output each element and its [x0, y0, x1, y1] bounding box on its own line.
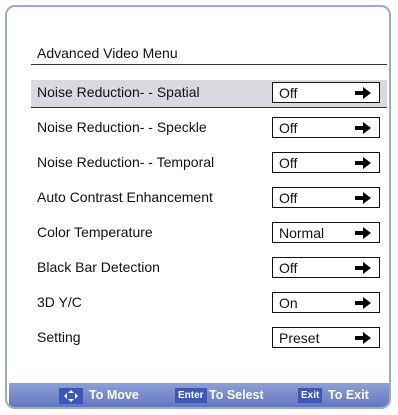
- value-text: Off: [279, 120, 298, 136]
- menu-title: Advanced Video Menu: [37, 45, 178, 61]
- title-divider: [31, 64, 387, 65]
- value-box[interactable]: Off: [272, 187, 380, 208]
- value-text: Off: [279, 155, 298, 171]
- value-box[interactable]: Off: [272, 117, 380, 138]
- row-label: Noise Reduction- - Spatial: [37, 84, 200, 100]
- exit-key-chip: Exit: [298, 388, 323, 403]
- value-text: Normal: [279, 225, 325, 241]
- row-label: Setting: [37, 329, 81, 345]
- value-box[interactable]: Off: [272, 152, 380, 173]
- value-box[interactable]: Off: [272, 82, 380, 103]
- advanced-video-menu-frame: Advanced Video Menu Noise Reduction- - S…: [5, 5, 391, 409]
- value-text: On: [279, 295, 298, 311]
- row-label: Black Bar Detection: [37, 259, 160, 275]
- enter-key-chip: Enter: [175, 388, 207, 403]
- right-arrow-icon: [355, 262, 371, 274]
- value-box[interactable]: On: [272, 292, 380, 313]
- menu-row-3d-yc[interactable]: 3D Y/C On: [31, 290, 387, 317]
- right-arrow-icon: [355, 297, 371, 309]
- right-arrow-icon: [355, 157, 371, 169]
- menu-row-color-temperature[interactable]: Color Temperature Normal: [31, 220, 387, 247]
- right-arrow-icon: [355, 332, 371, 344]
- move-arrows-icon: [59, 388, 83, 404]
- row-label: Noise Reduction- - Speckle: [37, 119, 207, 135]
- value-text: Off: [279, 260, 298, 276]
- menu-row-noise-temporal[interactable]: Noise Reduction- - Temporal Off: [31, 150, 387, 177]
- move-help-text: To Move: [89, 388, 139, 402]
- value-box[interactable]: Off: [272, 257, 380, 278]
- value-box[interactable]: Preset: [272, 327, 380, 348]
- right-arrow-icon: [355, 122, 371, 134]
- menu-row-setting[interactable]: Setting Preset: [31, 325, 387, 352]
- row-label: Noise Reduction- - Temporal: [37, 154, 215, 170]
- menu-row-auto-contrast[interactable]: Auto Contrast Enhancement Off: [31, 185, 387, 212]
- menu-row-noise-speckle[interactable]: Noise Reduction- - Speckle Off: [31, 115, 387, 142]
- value-text: Off: [279, 85, 298, 101]
- row-label: Auto Contrast Enhancement: [37, 189, 213, 205]
- menu-row-black-bar-detection[interactable]: Black Bar Detection Off: [31, 255, 387, 282]
- row-label: 3D Y/C: [37, 294, 82, 310]
- footer-help-bar: To Move Enter To Selest Exit To Exit: [9, 383, 389, 407]
- exit-help-text: To Exit: [328, 388, 369, 402]
- value-box[interactable]: Normal: [272, 222, 380, 243]
- menu-row-noise-spatial[interactable]: Noise Reduction- - Spatial Off: [31, 80, 387, 108]
- value-text: Preset: [279, 330, 320, 346]
- right-arrow-icon: [355, 227, 371, 239]
- row-label: Color Temperature: [37, 224, 153, 240]
- right-arrow-icon: [355, 87, 371, 99]
- select-help-text: To Selest: [209, 388, 264, 402]
- value-text: Off: [279, 190, 298, 206]
- right-arrow-icon: [355, 192, 371, 204]
